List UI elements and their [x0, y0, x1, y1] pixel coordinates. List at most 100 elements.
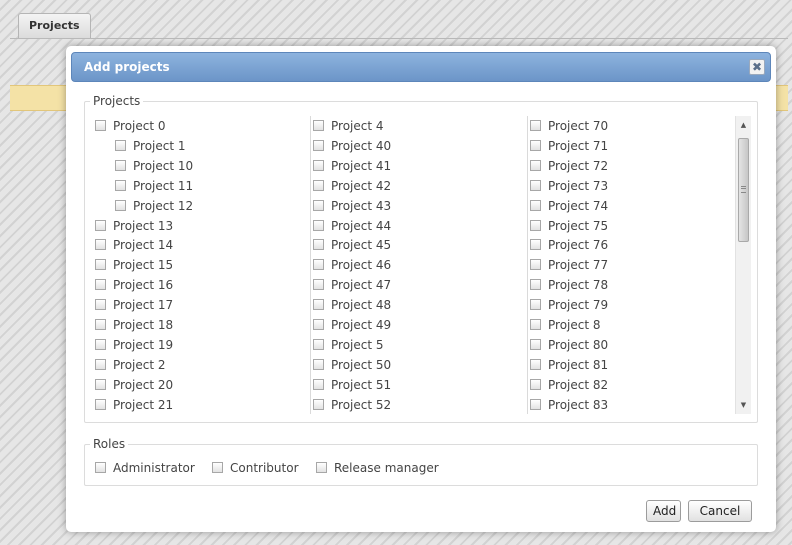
- checkbox[interactable]: [95, 358, 106, 370]
- checkbox[interactable]: [530, 139, 541, 151]
- checkbox[interactable]: [313, 139, 324, 151]
- checkbox[interactable]: [313, 179, 324, 191]
- project-checkbox-item[interactable]: Project 73: [530, 176, 608, 196]
- checkbox[interactable]: [95, 299, 106, 311]
- checkbox[interactable]: [530, 398, 541, 410]
- checkbox[interactable]: [313, 319, 324, 330]
- project-checkbox-item[interactable]: Project 52: [313, 395, 391, 414]
- checkbox[interactable]: [530, 279, 541, 291]
- project-checkbox-item[interactable]: Project 83: [530, 395, 608, 414]
- checkbox[interactable]: [95, 279, 106, 291]
- project-checkbox-item[interactable]: Project 15: [95, 255, 173, 275]
- checkbox[interactable]: [530, 179, 541, 191]
- projects-scrollbar[interactable]: ▲ ▼: [735, 116, 751, 414]
- checkbox[interactable]: [95, 120, 106, 131]
- checkbox[interactable]: [530, 159, 541, 171]
- project-checkbox-item[interactable]: Project 47: [313, 275, 391, 295]
- checkbox[interactable]: [313, 279, 324, 291]
- project-checkbox-item[interactable]: Project 12: [115, 196, 193, 216]
- scroll-up-arrow-icon[interactable]: ▲: [736, 118, 751, 132]
- checkbox[interactable]: [316, 462, 327, 473]
- checkbox[interactable]: [313, 159, 324, 171]
- checkbox[interactable]: [313, 219, 324, 231]
- project-checkbox-item[interactable]: Project 21: [95, 395, 173, 414]
- project-checkbox-item[interactable]: Project 76: [530, 235, 608, 255]
- checkbox[interactable]: [95, 319, 106, 330]
- project-checkbox-item[interactable]: Project 51: [313, 375, 391, 395]
- checkbox[interactable]: [115, 179, 126, 191]
- project-checkbox-item[interactable]: Project 42: [313, 176, 391, 196]
- checkbox[interactable]: [530, 358, 541, 370]
- project-checkbox-item[interactable]: Project 18: [95, 315, 173, 335]
- checkbox[interactable]: [313, 378, 324, 390]
- checkbox[interactable]: [530, 219, 541, 231]
- checkbox[interactable]: [313, 239, 324, 251]
- project-checkbox-item[interactable]: Project 5: [313, 335, 384, 355]
- project-checkbox-item[interactable]: Project 10: [115, 156, 193, 176]
- cancel-button[interactable]: Cancel: [688, 500, 752, 522]
- checkbox[interactable]: [212, 462, 223, 473]
- project-checkbox-item[interactable]: Project 81: [530, 355, 608, 375]
- checkbox[interactable]: [115, 199, 126, 211]
- checkbox[interactable]: [115, 159, 126, 171]
- project-checkbox-item[interactable]: Project 80: [530, 335, 608, 355]
- close-icon[interactable]: ✖: [749, 59, 765, 75]
- project-checkbox-item[interactable]: Project 70: [530, 116, 608, 136]
- checkbox[interactable]: [313, 358, 324, 370]
- project-checkbox-item[interactable]: Project 48: [313, 295, 391, 315]
- checkbox[interactable]: [530, 259, 541, 271]
- project-checkbox-item[interactable]: Project 50: [313, 355, 391, 375]
- role-contributor[interactable]: Contributor: [212, 458, 299, 478]
- checkbox[interactable]: [530, 120, 541, 131]
- checkbox[interactable]: [313, 398, 324, 410]
- project-checkbox-item[interactable]: Project 0: [95, 116, 166, 136]
- project-checkbox-item[interactable]: Project 17: [95, 295, 173, 315]
- role-administrator[interactable]: Administrator: [95, 458, 195, 478]
- project-checkbox-item[interactable]: Project 72: [530, 156, 608, 176]
- checkbox[interactable]: [313, 259, 324, 271]
- project-checkbox-item[interactable]: Project 1: [115, 136, 186, 156]
- scroll-thumb[interactable]: [738, 138, 749, 242]
- checkbox[interactable]: [95, 398, 106, 410]
- checkbox[interactable]: [530, 299, 541, 311]
- project-checkbox-item[interactable]: Project 79: [530, 295, 608, 315]
- checkbox[interactable]: [313, 120, 324, 131]
- project-checkbox-item[interactable]: Project 82: [530, 375, 608, 395]
- checkbox[interactable]: [530, 338, 541, 350]
- project-checkbox-item[interactable]: Project 46: [313, 255, 391, 275]
- checkbox[interactable]: [95, 219, 106, 231]
- project-checkbox-item[interactable]: Project 74: [530, 196, 608, 216]
- project-checkbox-item[interactable]: Project 77: [530, 255, 608, 275]
- project-checkbox-item[interactable]: Project 14: [95, 235, 173, 255]
- background-tab-projects[interactable]: Projects: [18, 13, 91, 38]
- project-checkbox-item[interactable]: Project 45: [313, 235, 391, 255]
- project-checkbox-item[interactable]: Project 49: [313, 315, 391, 335]
- project-checkbox-item[interactable]: Project 43: [313, 196, 391, 216]
- project-checkbox-item[interactable]: Project 78: [530, 275, 608, 295]
- checkbox[interactable]: [313, 199, 324, 211]
- checkbox[interactable]: [115, 139, 126, 151]
- checkbox[interactable]: [530, 199, 541, 211]
- checkbox[interactable]: [530, 378, 541, 390]
- role-release-manager[interactable]: Release manager: [316, 458, 439, 478]
- checkbox[interactable]: [530, 319, 541, 330]
- project-checkbox-item[interactable]: Project 8: [530, 315, 601, 335]
- project-checkbox-item[interactable]: Project 71: [530, 136, 608, 156]
- checkbox[interactable]: [313, 299, 324, 311]
- checkbox[interactable]: [95, 378, 106, 390]
- checkbox[interactable]: [95, 259, 106, 271]
- dialog-titlebar[interactable]: Add projects ✖: [71, 52, 771, 82]
- checkbox[interactable]: [530, 239, 541, 251]
- checkbox[interactable]: [95, 239, 106, 251]
- checkbox[interactable]: [95, 462, 106, 473]
- project-checkbox-item[interactable]: Project 19: [95, 335, 173, 355]
- project-checkbox-item[interactable]: Project 4: [313, 116, 384, 136]
- project-checkbox-item[interactable]: Project 44: [313, 216, 391, 236]
- project-checkbox-item[interactable]: Project 13: [95, 216, 173, 236]
- project-checkbox-item[interactable]: Project 41: [313, 156, 391, 176]
- project-checkbox-item[interactable]: Project 16: [95, 275, 173, 295]
- project-checkbox-item[interactable]: Project 11: [115, 176, 193, 196]
- checkbox[interactable]: [313, 338, 324, 350]
- project-checkbox-item[interactable]: Project 75: [530, 216, 608, 236]
- project-checkbox-item[interactable]: Project 2: [95, 355, 166, 375]
